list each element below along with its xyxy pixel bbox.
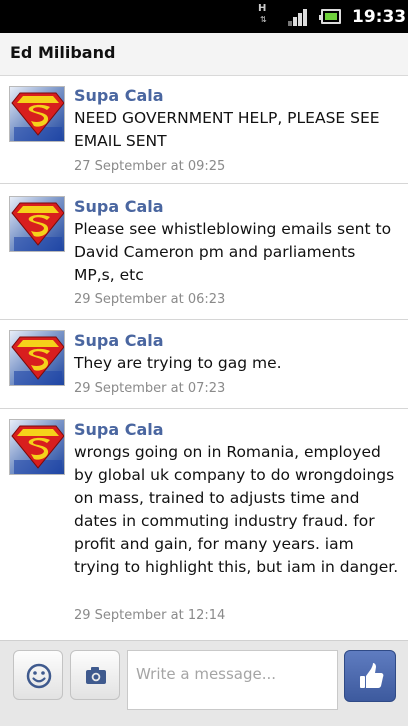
superman-logo-icon[interactable]	[9, 330, 65, 386]
message-input[interactable]: Write a message...	[127, 650, 338, 710]
message-text: Please see whistleblowing emails sent to…	[74, 220, 392, 284]
battery-icon	[319, 9, 341, 24]
smiley-icon	[26, 663, 52, 689]
message-item[interactable]: Supa Cala Please see whistleblowing emai…	[0, 184, 408, 320]
message-input-placeholder: Write a message...	[136, 665, 277, 683]
message-sender[interactable]: Supa Cala	[74, 196, 164, 218]
emoji-button[interactable]	[13, 650, 63, 700]
message-timestamp: 29 September at 12:14	[74, 608, 226, 623]
signal-strength-icon	[288, 9, 308, 26]
message-timestamp: 29 September at 06:23	[74, 292, 226, 307]
status-bar: H ⇅ 19:33	[0, 0, 408, 33]
camera-icon	[86, 667, 106, 684]
message-sender[interactable]: Supa Cala	[74, 419, 164, 441]
message-item[interactable]: Supa Cala They are trying to gag me. 29 …	[0, 320, 408, 409]
message-item[interactable]: Supa Cala NEED GOVERNMENT HELP, PLEASE S…	[0, 77, 408, 184]
camera-button[interactable]	[70, 650, 120, 700]
network-activity-arrows: ⇅	[260, 15, 267, 24]
message-sender[interactable]: Supa Cala	[74, 330, 164, 352]
like-button[interactable]	[344, 650, 396, 702]
status-time: 19:33	[352, 7, 407, 27]
message-text: They are trying to gag me.	[74, 354, 282, 372]
message-text: NEED GOVERNMENT HELP, PLEASE SEE EMAIL S…	[74, 109, 380, 150]
message-sender[interactable]: Supa Cala	[74, 85, 164, 107]
superman-logo-icon[interactable]	[9, 196, 65, 252]
message-timestamp: 27 September at 09:25	[74, 159, 226, 174]
message-timestamp: 29 September at 07:23	[74, 381, 226, 396]
message-list[interactable]: Supa Cala NEED GOVERNMENT HELP, PLEASE S…	[0, 77, 408, 640]
conversation-title: Ed Miliband	[10, 43, 116, 62]
conversation-header: Ed Miliband	[0, 33, 408, 76]
superman-logo-icon[interactable]	[9, 86, 65, 142]
h-network-icon: H	[258, 3, 267, 14]
message-text: wrongs going on in Romania, employed by …	[74, 443, 399, 576]
message-item[interactable]: Supa Cala wrongs going on in Romania, em…	[0, 409, 408, 640]
message-composer: Write a message...	[0, 640, 408, 726]
superman-logo-icon[interactable]	[9, 419, 65, 475]
thumbs-up-icon	[360, 663, 384, 688]
